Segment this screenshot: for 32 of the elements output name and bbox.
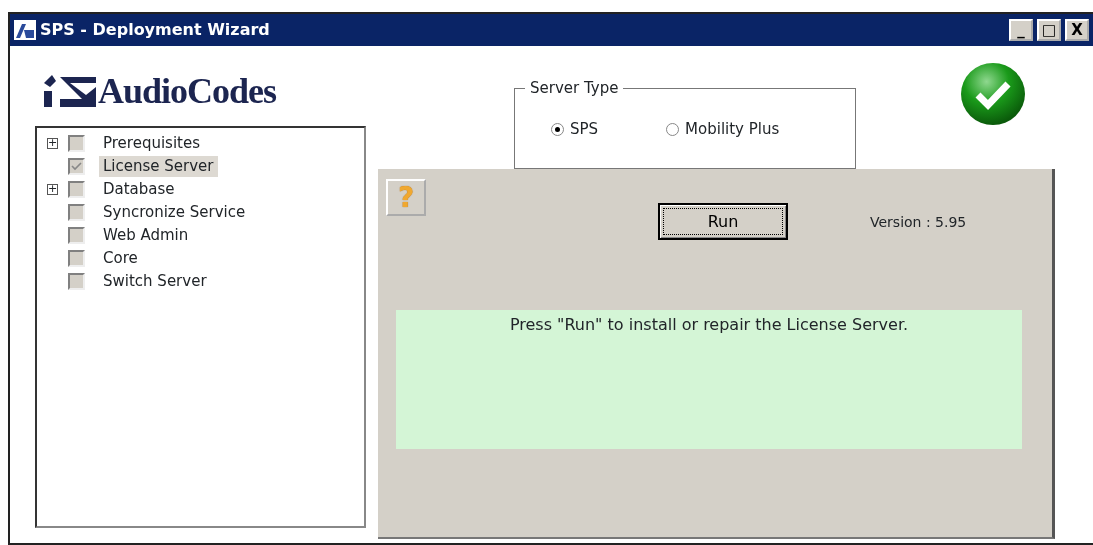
version-label: Version : 5.95 [870, 213, 967, 232]
radio-label: Mobility Plus [685, 119, 780, 140]
radio-label: SPS [570, 119, 599, 140]
tree-item[interactable]: Web Admin [99, 225, 193, 246]
tree-item[interactable]: Syncronize Service [99, 202, 250, 223]
checkbox[interactable] [68, 158, 85, 175]
checkbox[interactable] [68, 181, 85, 198]
tree-item[interactable]: Database [99, 179, 179, 200]
logo-icon [42, 73, 98, 109]
logo-text: AudioCodes [98, 70, 277, 113]
checkbox[interactable] [68, 273, 85, 290]
app-icon [14, 20, 36, 40]
run-button[interactable]: Run [658, 203, 788, 240]
tree-item[interactable]: Switch Server [99, 271, 211, 292]
minimize-button[interactable]: _ [1009, 19, 1033, 41]
radio-button[interactable] [666, 122, 680, 136]
message-text: Press "Run" to install or repair the License Server. [509, 315, 909, 334]
check-icon [71, 162, 82, 171]
tree-item[interactable]: License Server [99, 156, 218, 177]
expander-button[interactable]: + [47, 138, 58, 149]
checkbox[interactable] [68, 204, 85, 221]
checkbox[interactable] [68, 227, 85, 244]
window-title: SPS - Deployment Wizard [40, 19, 270, 41]
tree-item[interactable]: Prerequisites [99, 133, 205, 154]
maximize-button[interactable]: □ [1037, 19, 1061, 41]
group-label: Server Type [525, 78, 624, 98]
close-button[interactable]: X [1065, 19, 1089, 41]
expander-button[interactable]: + [47, 184, 58, 195]
checkbox[interactable] [68, 135, 85, 152]
checkbox[interactable] [68, 250, 85, 267]
tree-item[interactable]: Core [99, 248, 142, 269]
radio-button[interactable] [551, 122, 564, 136]
